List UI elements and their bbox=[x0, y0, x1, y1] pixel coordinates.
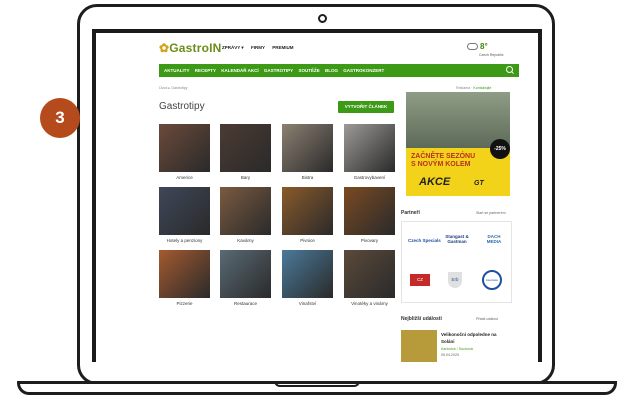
create-article-button[interactable]: VYTVOŘIT ČLÁNEK bbox=[338, 101, 394, 113]
main-nav-bar: AKTUALITY RECEPTY KALENDÁŘ AKCÍ GASTROTI… bbox=[159, 64, 519, 77]
category-label[interactable]: Kavárny bbox=[220, 238, 271, 243]
nav-aktuality[interactable]: AKTUALITY bbox=[164, 68, 190, 73]
category-image[interactable] bbox=[220, 250, 271, 298]
category-label[interactable]: Bistra bbox=[282, 175, 333, 180]
category-label[interactable]: Americe bbox=[159, 175, 210, 180]
category-label[interactable]: Pizzerie bbox=[159, 301, 210, 306]
category-image[interactable] bbox=[159, 187, 210, 235]
category-image[interactable] bbox=[282, 187, 333, 235]
partner-logo[interactable]: Erb bbox=[448, 272, 462, 288]
category-label[interactable]: Vinařství bbox=[282, 301, 333, 306]
category-label[interactable]: Restaurace bbox=[220, 301, 271, 306]
webcam-icon bbox=[318, 14, 327, 23]
category-label[interactable]: Gastrovybavení bbox=[344, 175, 395, 180]
logo-text: GastroIN bbox=[169, 41, 222, 55]
top-links: Reklama · Kontaktujte bbox=[456, 86, 492, 90]
event-date: 05.04.2025 bbox=[441, 353, 459, 357]
category-tile[interactable]: Bary bbox=[220, 124, 271, 180]
page-title: Gastrotipy bbox=[159, 101, 205, 112]
partner-logo[interactable]: CZ bbox=[410, 274, 430, 286]
category-tile[interactable]: Vinotéky a vinárny bbox=[344, 250, 395, 306]
laptop-notch bbox=[274, 381, 360, 387]
breadcrumb: Úvod ▸ Gastrotipy bbox=[159, 86, 188, 90]
site-logo[interactable]: ✿GastroIN bbox=[159, 41, 222, 55]
category-label[interactable]: Pivnice bbox=[282, 238, 333, 243]
nav-item-zpravy[interactable]: ZPRÁVY ▾ bbox=[222, 45, 244, 50]
add-event-link[interactable]: Přidat událost bbox=[476, 317, 498, 321]
ad-discount-badge: -25% bbox=[490, 139, 510, 159]
top-bar: ✿GastroIN ZPRÁVY ▾ FIRMY PREMIUM 8° Czec… bbox=[96, 33, 538, 61]
step-number-badge: 3 bbox=[40, 98, 80, 138]
category-image[interactable] bbox=[282, 124, 333, 172]
partner-logo[interactable]: Asociace bbox=[482, 270, 502, 290]
category-image[interactable] bbox=[344, 187, 395, 235]
ad-line-1: ZAČNĚTE SEZÓNU bbox=[411, 153, 476, 160]
category-tile[interactable]: Kavárny bbox=[220, 187, 271, 243]
event-image bbox=[401, 330, 437, 362]
link-reklama[interactable]: Reklama bbox=[456, 86, 470, 90]
partners-box: Czech Specials Stangast & Gastman DACH M… bbox=[401, 221, 512, 303]
ad-headline: ZAČNĚTE SEZÓNU S NOVÝM KOLEM bbox=[411, 153, 475, 169]
partner-logo[interactable]: DACH MEDIA bbox=[482, 234, 506, 244]
category-image[interactable] bbox=[220, 187, 271, 235]
nav-item-firmy[interactable]: FIRMY bbox=[251, 45, 265, 50]
category-label[interactable]: Pivovary bbox=[344, 238, 395, 243]
event-place: Karlovice / Sochová bbox=[441, 347, 473, 351]
nav-kalendar[interactable]: KALENDÁŘ AKCÍ bbox=[221, 68, 258, 73]
nav-item-premium[interactable]: PREMIUM bbox=[272, 45, 293, 50]
category-tile[interactable]: Restaurace bbox=[220, 250, 271, 306]
category-tile[interactable]: Pizzerie bbox=[159, 250, 210, 306]
category-tile[interactable]: Americe bbox=[159, 124, 210, 180]
category-tile[interactable]: Hotely a penziony bbox=[159, 187, 210, 243]
category-tile[interactable]: Pivovary bbox=[344, 187, 395, 243]
laptop-screen: ✿GastroIN ZPRÁVY ▾ FIRMY PREMIUM 8° Czec… bbox=[92, 29, 542, 362]
search-icon[interactable] bbox=[506, 66, 513, 73]
top-nav: ZPRÁVY ▾ FIRMY PREMIUM bbox=[222, 45, 299, 51]
partners-heading: Partneři bbox=[401, 210, 420, 216]
ad-line-2: S NOVÝM KOLEM bbox=[411, 161, 471, 168]
category-label[interactable]: Hotely a penziony bbox=[159, 238, 210, 243]
partner-logo[interactable]: Czech Specials bbox=[408, 238, 441, 243]
nav-gastrokonzert[interactable]: GASTROKONZERT bbox=[343, 68, 384, 73]
weather-temp: 8° bbox=[480, 42, 488, 51]
nav-souteze[interactable]: SOUTĚŽE bbox=[298, 68, 319, 73]
link-kontakt[interactable]: Kontaktujte bbox=[473, 86, 491, 90]
category-tile[interactable]: Bistra bbox=[282, 124, 333, 180]
category-tile[interactable]: Vinařství bbox=[282, 250, 333, 306]
event-item[interactable]: Velikonoční odpoledne na Soláni Karlovic… bbox=[401, 330, 512, 362]
web-page: ✿GastroIN ZPRÁVY ▾ FIRMY PREMIUM 8° Czec… bbox=[96, 33, 538, 362]
breadcrumb-home[interactable]: Úvod bbox=[159, 86, 167, 90]
weather-location: Czech Republic bbox=[479, 53, 504, 57]
ad-brand: GT bbox=[474, 180, 484, 187]
category-image[interactable] bbox=[159, 250, 210, 298]
category-image[interactable] bbox=[344, 124, 395, 172]
ad-akce: AKCE bbox=[419, 176, 451, 188]
category-label[interactable]: Bary bbox=[220, 175, 271, 180]
category-label[interactable]: Vinotéky a vinárny bbox=[344, 301, 395, 306]
nav-gastrotipy[interactable]: GASTROTIPY bbox=[264, 68, 293, 73]
breadcrumb-current: Gastrotipy bbox=[171, 86, 188, 90]
category-tile[interactable]: Gastrovybavení bbox=[344, 124, 395, 180]
cloud-icon bbox=[467, 43, 478, 50]
advertisement-banner[interactable]: -25% ZAČNĚTE SEZÓNU S NOVÝM KOLEM AKCE GT bbox=[406, 92, 510, 196]
category-tile[interactable]: Pivnice bbox=[282, 187, 333, 243]
logo-mark-icon: ✿ bbox=[159, 41, 170, 55]
category-image[interactable] bbox=[282, 250, 333, 298]
nav-recepty[interactable]: RECEPTY bbox=[195, 68, 216, 73]
weather-widget: 8° bbox=[467, 42, 488, 51]
category-image[interactable] bbox=[220, 124, 271, 172]
main-nav: AKTUALITY RECEPTY KALENDÁŘ AKCÍ GASTROTI… bbox=[164, 68, 388, 73]
category-image[interactable] bbox=[344, 250, 395, 298]
category-image[interactable] bbox=[159, 124, 210, 172]
become-partner-link[interactable]: Staň se partnerem bbox=[476, 211, 506, 215]
partner-logo[interactable]: Stangast & Gastman bbox=[442, 234, 472, 244]
event-title[interactable]: Velikonoční odpoledne na Soláni bbox=[441, 331, 511, 345]
events-heading: Nejbližší události bbox=[401, 316, 442, 322]
nav-blog[interactable]: BLOG bbox=[325, 68, 338, 73]
